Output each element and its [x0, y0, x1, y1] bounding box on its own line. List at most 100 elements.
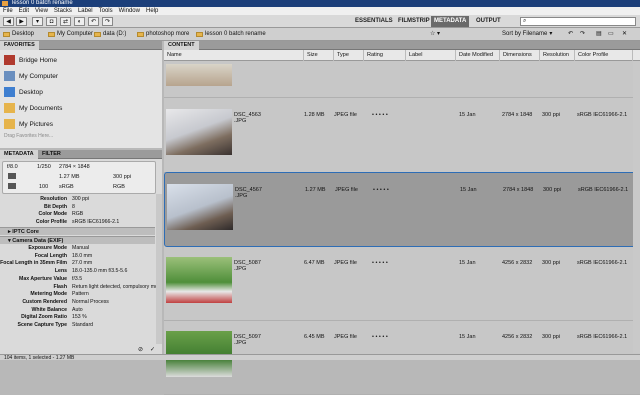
rotate-right-icon[interactable]: ↷ [580, 30, 585, 39]
breadcrumb-desktop[interactable]: Desktop [3, 30, 34, 39]
metadata-value[interactable]: 18.0-135.0 mm f/3.5-5.6 [72, 268, 156, 276]
cell-res: 300 ppi [542, 112, 561, 118]
cell-rating[interactable]: • • • • • [372, 260, 388, 266]
cell-size: 6.47 MB [304, 260, 325, 266]
sort-dropdown[interactable]: Sort by Filename ▾ [502, 30, 552, 39]
cell-rating[interactable]: • • • • • [373, 187, 389, 193]
new-folder-icon[interactable]: ▭ [608, 30, 614, 39]
refine-icon[interactable]: ⇄ [60, 17, 71, 26]
favorite-my-pictures[interactable]: My Pictures [4, 117, 53, 131]
tab-favorites[interactable]: FAVORITES [0, 41, 39, 50]
column-resolution[interactable]: Resolution [540, 50, 575, 61]
favorite-desktop[interactable]: Desktop [4, 85, 43, 99]
rotate-left-icon[interactable]: ↶ [568, 30, 573, 39]
metadata-value[interactable]: Return light detected, compulsory mode [72, 284, 156, 292]
metadata-value[interactable]: 27.0 mm [72, 260, 156, 268]
section-iptc-core[interactable]: ▸ IPTC Core [0, 227, 155, 235]
bridge-app-icon [2, 1, 8, 6]
star-filter-icon[interactable]: ☆ ▾ [430, 30, 440, 39]
metadata-summary: f/8.0 1/250 -- 100 2784 × 1848 1.27 MB 3… [2, 161, 156, 194]
workspace-essentials[interactable]: ESSENTIALS [352, 16, 396, 27]
dimensions-value: 2784 × 1848 [59, 164, 90, 170]
menu-file[interactable]: File [3, 7, 13, 15]
search-input[interactable]: ⌕ [520, 17, 636, 26]
column-name[interactable]: Name [164, 50, 304, 61]
table-row[interactable]: DSC_4567 .JPG 1.27 MB JPEG file • • • • • 15 … [164, 172, 640, 247]
metadata-value[interactable]: f/3.5 [72, 276, 156, 284]
menu-help[interactable]: Help [146, 7, 158, 15]
workspace-output[interactable]: OUTPUT [473, 16, 504, 27]
forward-button[interactable]: ▶ [16, 17, 27, 26]
tab-filter[interactable]: FILTER [38, 150, 65, 159]
menu-view[interactable]: View [35, 7, 48, 15]
metadata-value[interactable]: 153 % [72, 314, 156, 322]
favorite-bridge-home[interactable]: Bridge Home [4, 53, 57, 67]
metadata-value[interactable]: 18.0 mm [72, 253, 156, 261]
column-type[interactable]: Type [334, 50, 364, 61]
column-size[interactable]: Size [304, 50, 334, 61]
breadcrumb-lesson[interactable]: lesson 0 batch rename [196, 30, 266, 39]
favorite-my-documents[interactable]: My Documents [4, 101, 62, 115]
favorites-hint: Drag Favorites Here... [4, 133, 54, 139]
file-extension: .JPG [235, 193, 248, 199]
cell-rating[interactable]: • • • • • [372, 112, 388, 118]
folder-icon [196, 32, 203, 37]
metadata-value[interactable]: Standard [72, 322, 156, 330]
cancel-icon[interactable]: ⊘ [138, 346, 143, 353]
metadata-key: Flash [53, 283, 67, 290]
metadata-key: Exposure Mode [28, 245, 67, 251]
menu-window[interactable]: Window [119, 7, 140, 15]
menu-edit[interactable]: Edit [19, 7, 29, 15]
metadata-scrollbar[interactable] [156, 194, 162, 344]
cell-rating[interactable]: • • • • • [372, 334, 388, 340]
delete-icon[interactable]: ✕ [622, 30, 627, 39]
breadcrumb-photoshop-more[interactable]: photoshop more [137, 30, 189, 39]
column-label[interactable]: Label [406, 50, 456, 61]
back-button[interactable]: ◀ [3, 17, 14, 26]
menu-label[interactable]: Label [78, 7, 93, 15]
table-row[interactable]: DSC_5087 .JPG 6.47 MB JPEG file • • • • • 15 … [164, 246, 640, 321]
metadata-tabbar: METADATA FILTER [0, 150, 162, 159]
breadcrumb-data-drive[interactable]: data (D:) [94, 30, 126, 39]
metadata-row: Color Profile sRGB IEC61966-2.1 [0, 219, 155, 227]
recent-folder-icon[interactable]: ▾ [32, 17, 43, 26]
metadata-row: Resolution 300 ppi [0, 196, 155, 204]
thumbnail [167, 184, 233, 230]
column-date-modified[interactable]: Date Modified [456, 50, 500, 61]
column-dimensions[interactable]: Dimensions [500, 50, 540, 61]
rotate-right-icon[interactable]: ↷ [102, 17, 113, 26]
ppi-value: 300 ppi [113, 174, 132, 180]
favorite-my-computer[interactable]: My Computer [4, 69, 58, 83]
camera-icon[interactable]: ◘ [46, 17, 57, 26]
metadata-value[interactable]: Normal Process [72, 299, 156, 307]
metadata-row: Bit Depth 8 [0, 204, 155, 212]
bridge-home-icon [4, 55, 15, 65]
menu-tools[interactable]: Tools [99, 7, 113, 15]
metadata-value[interactable]: 8 [72, 204, 156, 212]
section-camera-data[interactable]: ▾ Camera Data (EXIF) [0, 236, 155, 244]
tab-content[interactable]: CONTENT [164, 41, 199, 50]
metadata-row: Focal Length in 35mm Film 27.0 mm [0, 260, 155, 268]
open-recent-icon[interactable]: ▤ [596, 30, 602, 39]
table-row[interactable]: DSC_4563 .JPG 1.28 MB JPEG file • • • • • 15 … [164, 98, 640, 173]
metadata-value[interactable]: sRGB IEC61966-2.1 [72, 219, 156, 227]
open-in-camera-raw-icon[interactable]: ◐ [74, 17, 85, 26]
apply-icon[interactable]: ✓ [150, 346, 155, 353]
list-item[interactable] [164, 62, 640, 98]
metadata-value[interactable]: Pattern [72, 291, 156, 299]
metadata-value[interactable]: 300 ppi [72, 196, 156, 204]
metadata-row: Exposure Mode Manual [0, 245, 155, 253]
menu-stacks[interactable]: Stacks [54, 7, 72, 15]
tab-metadata[interactable]: METADATA [0, 150, 38, 159]
breadcrumb-my-computer[interactable]: My Computer [48, 30, 93, 39]
metadata-row: Flash Return light detected, compulsory m… [0, 283, 156, 292]
content-scrollbar[interactable] [633, 61, 640, 353]
metadata-value[interactable]: Manual [72, 245, 156, 253]
rotate-left-icon[interactable]: ↶ [88, 17, 99, 26]
column-rating[interactable]: Rating [364, 50, 406, 61]
column-color-profile[interactable]: Color Profile [575, 50, 633, 61]
metadata-value[interactable]: RGB [72, 211, 156, 219]
workspace-metadata[interactable]: METADATA [431, 16, 470, 27]
metadata-value[interactable]: Auto [72, 307, 156, 315]
workspace-filmstrip[interactable]: FILMSTRIP [395, 16, 433, 27]
